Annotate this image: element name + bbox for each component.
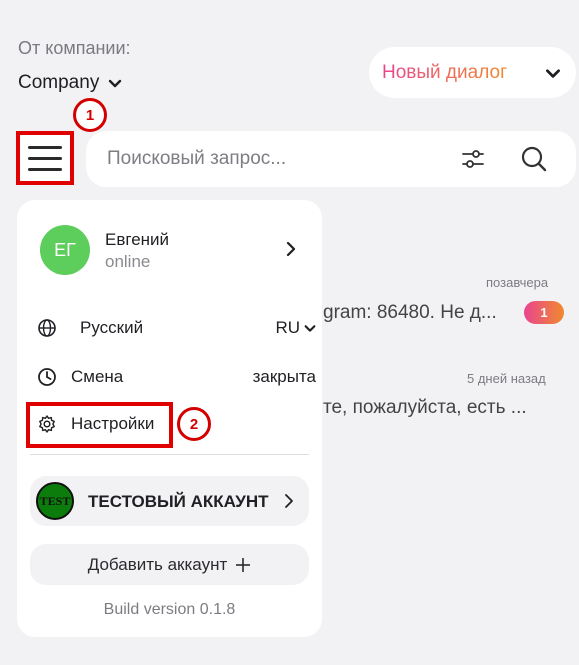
shift-label: Смена <box>71 367 124 386</box>
language-select[interactable]: RU <box>275 318 317 338</box>
chevron-right-icon <box>285 494 293 508</box>
globe-icon <box>38 319 56 337</box>
menu-icon-line <box>28 145 62 149</box>
new-dialog-label: Новый диалог <box>382 61 507 83</box>
add-account-button[interactable]: Добавить аккаунт <box>30 544 309 585</box>
add-account-label: Добавить аккаунт <box>87 554 228 574</box>
language-row[interactable]: Русский RU <box>37 314 316 342</box>
chat-preview[interactable]: те, пожалуйста, есть ... <box>323 397 527 419</box>
company-select[interactable]: Company <box>18 72 123 94</box>
settings-highlight <box>26 402 173 448</box>
shift-status: закрыта <box>252 367 316 386</box>
clock-icon <box>38 368 56 386</box>
menu-icon-line <box>28 156 62 160</box>
menu-icon-line <box>28 167 62 171</box>
annotation-marker-2: 2 <box>177 407 211 441</box>
chat-time: 5 дней назад <box>467 371 546 386</box>
menu-button[interactable] <box>16 131 74 185</box>
chevron-down-icon <box>304 325 316 332</box>
build-version: Build version 0.1.8 <box>103 601 236 618</box>
search-icon[interactable] <box>519 144 549 174</box>
search-input[interactable] <box>107 148 447 170</box>
annotation-marker-1: 1 <box>73 98 107 132</box>
menu-divider <box>30 454 309 455</box>
unread-badge: 1 <box>524 301 564 324</box>
shift-row[interactable]: Смена закрыта <box>37 363 316 391</box>
user-status: online <box>105 252 151 271</box>
language-value: RU <box>275 318 300 337</box>
search-bar <box>86 131 576 187</box>
test-account-item[interactable]: TEST ТЕСТОВЫЙ АККАУНТ <box>30 476 309 526</box>
test-account-name: ТЕСТОВЫЙ АККАУНТ <box>88 492 269 511</box>
chevron-right-icon[interactable] <box>283 240 299 258</box>
company-label: От компании: <box>18 38 131 58</box>
plus-icon <box>236 557 251 572</box>
company-value: Company <box>18 72 100 93</box>
chevron-down-icon[interactable] <box>544 64 562 82</box>
chevron-down-icon <box>109 79 122 88</box>
filter-icon[interactable] <box>460 146 486 172</box>
chat-preview[interactable]: gram: 86480. Не д... <box>323 302 497 324</box>
chat-time: позавчера <box>486 275 549 290</box>
new-dialog-button[interactable]: Новый диалог <box>369 47 576 98</box>
test-account-logo: TEST <box>36 482 74 520</box>
avatar[interactable]: ЕГ <box>40 225 90 275</box>
language-label: Русский <box>80 318 144 337</box>
user-name: Евгений <box>105 230 170 249</box>
